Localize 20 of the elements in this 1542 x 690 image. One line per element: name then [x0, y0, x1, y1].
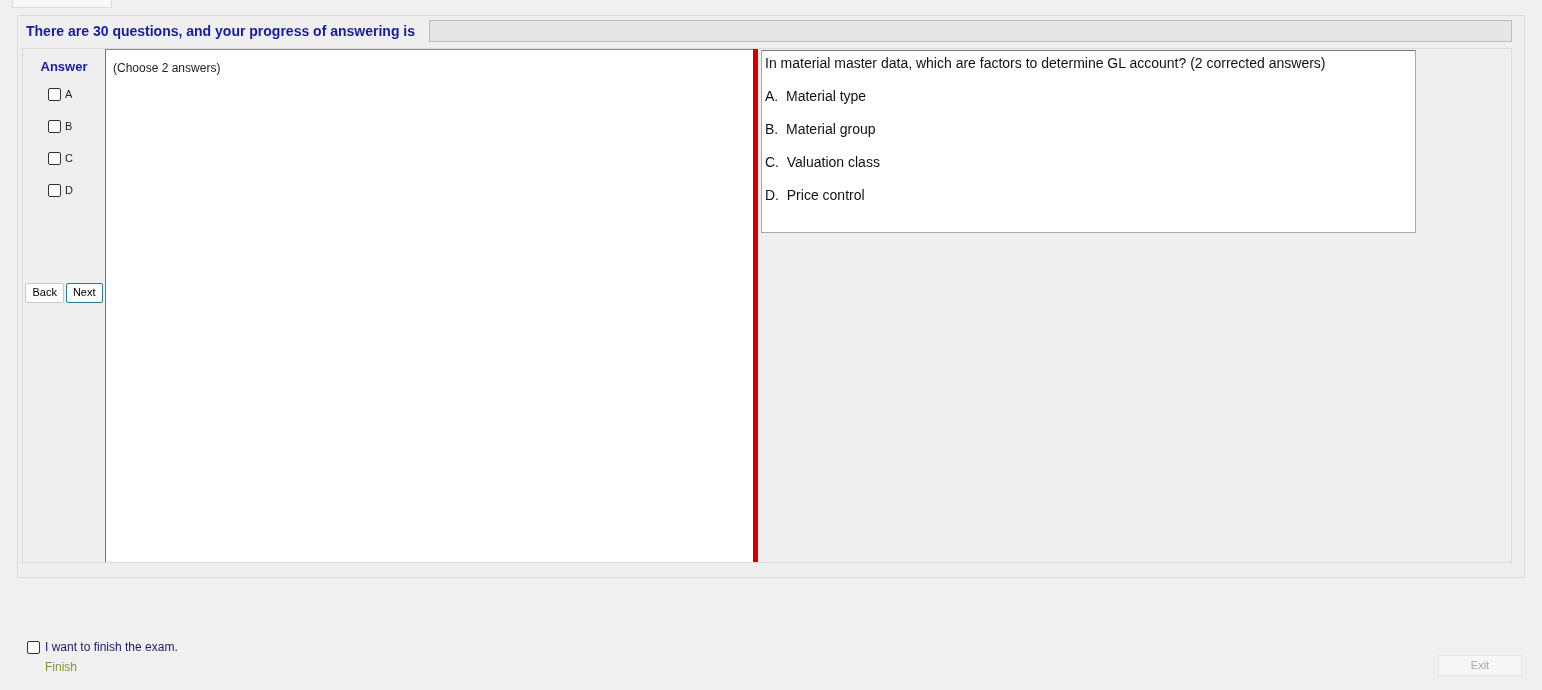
checkbox[interactable]	[48, 184, 61, 197]
finish-confirmation: I want to finish the exam.	[45, 639, 178, 656]
instruction-text: (Choose 2 answers)	[113, 61, 221, 75]
checkbox[interactable]	[48, 88, 61, 101]
answer-heading: Answer	[40, 58, 88, 76]
answer-choice: A. Material type	[765, 87, 868, 106]
question-text: In material master data, which are factors to determine GL account? (2 corrected answers)	[765, 54, 1327, 73]
answer-choice: C. Valuation class	[765, 153, 881, 172]
checkbox[interactable]	[27, 640, 40, 654]
option-label: C	[65, 151, 73, 167]
option-label: A	[65, 87, 73, 103]
option-label: B	[65, 119, 73, 135]
progress-caption: There are 30 questions, and your progress of answering is	[25, 21, 415, 41]
option-label: D	[65, 183, 73, 199]
checkbox[interactable]	[48, 120, 61, 133]
answer-choice: B. Material group	[765, 120, 877, 139]
checkbox[interactable]	[48, 152, 61, 165]
answer-choice: D. Price control	[765, 186, 866, 205]
back-button[interactable]: Back	[25, 282, 64, 303]
next-button[interactable]: Next	[65, 282, 103, 303]
